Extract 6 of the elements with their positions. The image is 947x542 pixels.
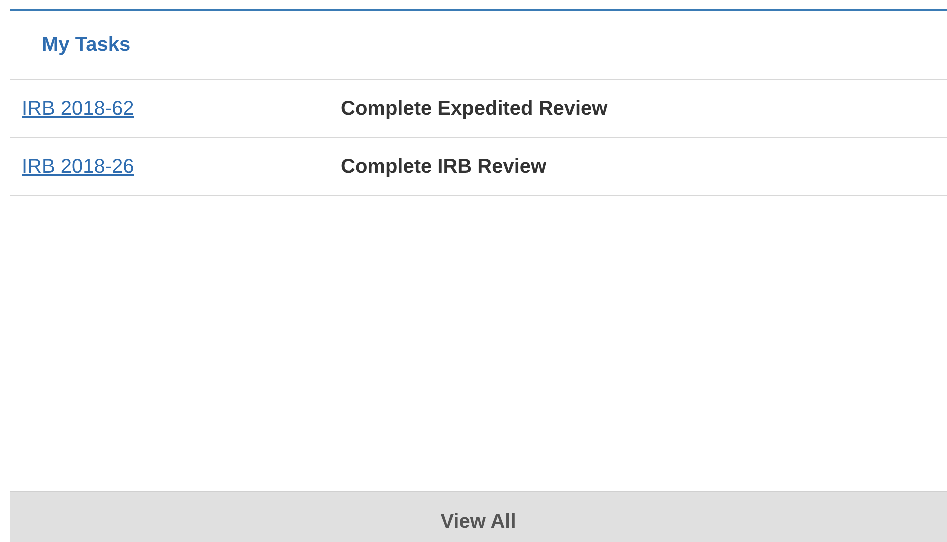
task-name: Complete Expedited Review bbox=[341, 96, 608, 122]
task-link[interactable]: IRB 2018-62 bbox=[10, 94, 341, 124]
task-link[interactable]: IRB 2018-26 bbox=[10, 152, 341, 182]
view-all-button[interactable]: View All bbox=[10, 491, 947, 542]
task-name: Complete IRB Review bbox=[341, 154, 547, 180]
panel-title: My Tasks bbox=[42, 33, 131, 58]
